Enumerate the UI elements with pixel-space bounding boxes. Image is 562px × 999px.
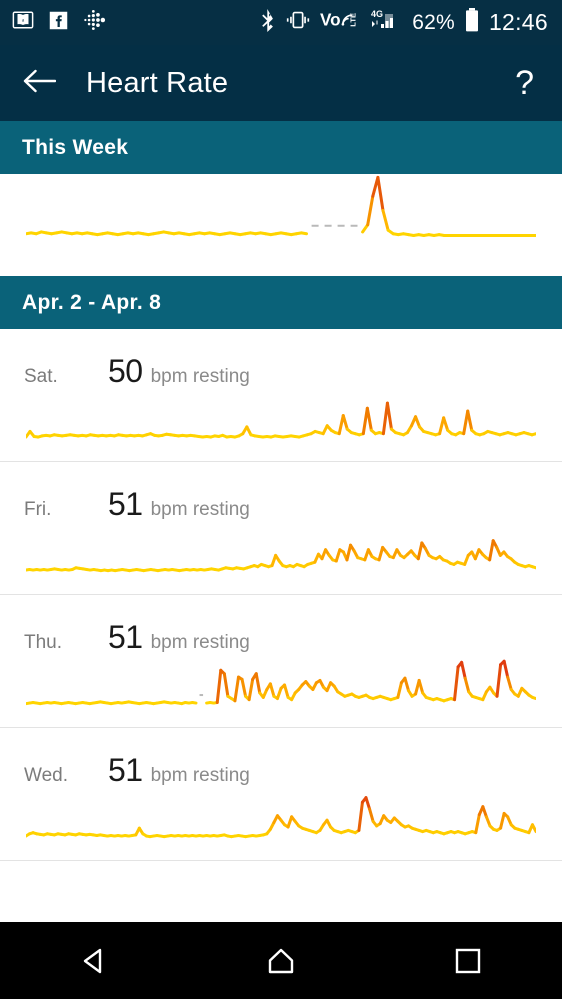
- day-summary: Wed. 51 bpm resting: [0, 728, 562, 784]
- table-row[interactable]: Sat. 50 bpm resting: [0, 329, 562, 462]
- svg-text:4G: 4G: [371, 9, 383, 19]
- day-label: Wed.: [0, 765, 108, 787]
- nav-back-button[interactable]: [49, 931, 139, 991]
- day-label: Sat.: [0, 366, 108, 388]
- facebook-icon: [48, 10, 69, 36]
- day-label: Fri.: [0, 499, 108, 521]
- app-root: a: [0, 0, 562, 999]
- signal-4g-icon: 4G: [371, 8, 403, 37]
- chart-partial: [0, 174, 562, 246]
- battery-percent-label: 62%: [412, 11, 455, 35]
- resting-bpm-unit: bpm resting: [151, 499, 250, 521]
- section-title: Apr. 2 - Apr. 8: [22, 291, 161, 315]
- heart-rate-sparkline-wed: [26, 784, 536, 846]
- chart-wed: [0, 784, 562, 860]
- page-title: Heart Rate: [86, 67, 228, 100]
- svg-text:LTE: LTE: [349, 13, 358, 27]
- chart-thu: [0, 651, 562, 727]
- help-icon[interactable]: ?: [515, 66, 540, 100]
- fitbit-icon: [83, 8, 107, 37]
- day-label: Thu.: [0, 632, 108, 654]
- content-scroll-area[interactable]: This Week Apr. 2 - Apr. 8 Sat. 50 bpm re…: [0, 121, 562, 922]
- status-bar-notification-icons: a: [12, 8, 107, 37]
- bluetooth-icon: [260, 8, 276, 37]
- status-bar-system-icons: Vo LTE 4G 62% 12:46: [260, 7, 548, 38]
- back-arrow-icon[interactable]: [22, 68, 56, 99]
- heart-rate-sparkline-fri: [26, 518, 536, 580]
- nav-home-button[interactable]: [236, 931, 326, 991]
- status-bar: a: [0, 0, 562, 45]
- chart-sat: [0, 385, 562, 461]
- table-row[interactable]: Thu. 51 bpm resting: [0, 595, 562, 728]
- resting-bpm-value: 50: [108, 353, 143, 390]
- clock-label: 12:46: [489, 9, 548, 36]
- resting-bpm-value: 51: [108, 619, 143, 656]
- table-row[interactable]: Fri. 51 bpm resting: [0, 462, 562, 595]
- resting-bpm-unit: bpm resting: [151, 765, 250, 787]
- volte-icon: Vo LTE: [320, 8, 362, 37]
- svg-text:Vo: Vo: [320, 10, 341, 30]
- partial-day-row[interactable]: [0, 174, 562, 276]
- app-bar: Heart Rate ?: [0, 45, 562, 121]
- heart-rate-sparkline-sat: [26, 385, 536, 447]
- resting-bpm-unit: bpm resting: [151, 366, 250, 388]
- section-header-apr-2-apr-8: Apr. 2 - Apr. 8: [0, 276, 562, 329]
- resting-bpm-value: 51: [108, 486, 143, 523]
- resting-bpm-value: 51: [108, 752, 143, 789]
- day-summary: Sat. 50 bpm resting: [0, 329, 562, 385]
- heart-rate-sparkline-thu: [26, 651, 536, 713]
- table-row[interactable]: Wed. 51 bpm resting: [0, 728, 562, 861]
- vibrate-icon: [285, 9, 311, 36]
- android-nav-bar: [0, 922, 562, 999]
- day-summary: Fri. 51 bpm resting: [0, 462, 562, 518]
- section-title: This Week: [22, 136, 128, 160]
- battery-icon: [464, 7, 480, 38]
- nav-recents-button[interactable]: [423, 931, 513, 991]
- kindle-icon: a: [12, 9, 34, 36]
- day-summary: Thu. 51 bpm resting: [0, 595, 562, 651]
- heart-rate-sparkline-partial: [26, 174, 536, 246]
- section-header-this-week: This Week: [0, 121, 562, 174]
- chart-fri: [0, 518, 562, 594]
- resting-bpm-unit: bpm resting: [151, 632, 250, 654]
